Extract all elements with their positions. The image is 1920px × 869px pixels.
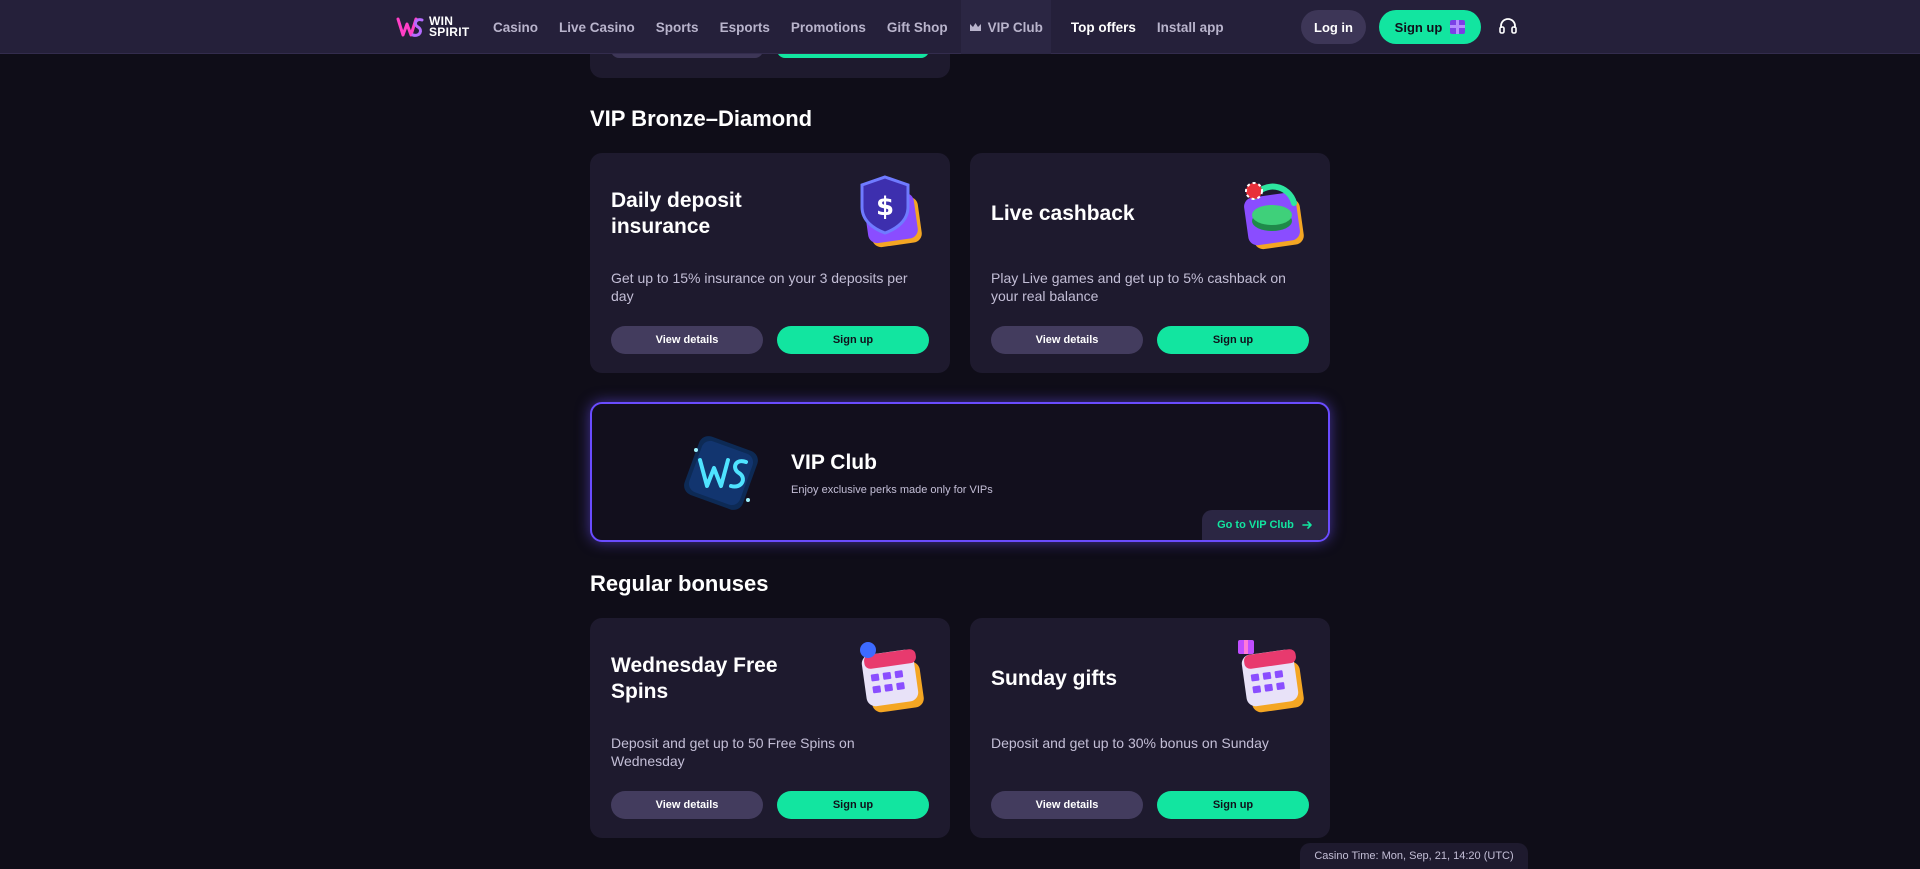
- card-description: Deposit and get up to 30% bonus on Sunda…: [991, 735, 1269, 751]
- nav-vip-club-label: VIP Club: [987, 19, 1043, 35]
- go-to-vip-club-button[interactable]: Go to VIP Club: [1202, 510, 1328, 540]
- go-to-vip-club-label: Go to VIP Club: [1217, 519, 1294, 531]
- promo-card-sunday-gifts: Sunday gifts Deposit and get up to 30% b…: [970, 618, 1330, 838]
- view-details-button[interactable]: View details: [991, 791, 1143, 819]
- nav-esports[interactable]: Esports: [720, 20, 770, 35]
- ws-logo-icon: [396, 17, 424, 37]
- vip-club-banner: VIP Club Enjoy exclusive perks made only…: [590, 402, 1330, 542]
- arrow-right-icon: [1302, 521, 1312, 529]
- card-description: Play Live games and get up to 5% cashbac…: [991, 270, 1286, 304]
- casino-time-badge: Casino Time: Mon, Sep, 21, 14:20 (UTC): [1300, 843, 1528, 869]
- card-description: Deposit and get up to 50 Free Spins on W…: [611, 735, 855, 769]
- nav-vip-club[interactable]: VIP Club: [960, 0, 1051, 54]
- signup-button[interactable]: Sign up: [1379, 10, 1481, 44]
- nav-install-app[interactable]: Install app: [1157, 20, 1224, 35]
- calendar-gift-icon: [1238, 640, 1304, 713]
- cashback-icon: [1244, 182, 1304, 250]
- nav-sports[interactable]: Sports: [656, 20, 699, 35]
- promo-card-wednesday-free-spins: Wednesday Free Spins Deposit and get up …: [590, 618, 950, 838]
- winspirit-logo[interactable]: WIN SPIRIT: [395, 11, 469, 43]
- nav-live-casino[interactable]: Live Casino: [559, 20, 635, 35]
- vip-club-title: VIP Club: [791, 451, 877, 474]
- headset-icon[interactable]: [1498, 16, 1518, 36]
- card-signup-button[interactable]: Sign up: [1157, 326, 1309, 354]
- vip-ws-logo-icon: [684, 436, 758, 510]
- nav-promotions[interactable]: Promotions: [791, 20, 866, 35]
- svg-text:$: $: [876, 192, 894, 222]
- section-title-vip: VIP Bronze–Diamond: [590, 106, 813, 131]
- vip-club-subtitle: Enjoy exclusive perks made only for VIPs: [791, 484, 993, 496]
- calendar-icon: [860, 642, 924, 713]
- promo-card-daily-deposit-insurance: Daily deposit insurance $ Get up to 15% …: [590, 153, 950, 373]
- gift-icon: [1450, 20, 1466, 34]
- nav-gift-shop[interactable]: Gift Shop: [887, 20, 948, 35]
- signup-button-label: Sign up: [1394, 19, 1443, 35]
- card-title: Live cashback: [991, 202, 1135, 225]
- card-signup-button[interactable]: Sign up: [777, 791, 929, 819]
- nav-casino[interactable]: Casino: [493, 20, 538, 35]
- login-button[interactable]: Log in: [1301, 10, 1366, 44]
- card-title: Sunday gifts: [991, 667, 1118, 690]
- view-details-button[interactable]: View details: [991, 326, 1143, 354]
- card-signup-button[interactable]: Sign up: [1157, 791, 1309, 819]
- logo-line2: SPIRIT: [429, 25, 470, 39]
- nav-top-offers[interactable]: Top offers: [1071, 20, 1136, 35]
- card-title: Daily deposit insurance: [611, 189, 742, 238]
- main-nav: Casino Live Casino Sports Esports Promot…: [493, 0, 1245, 54]
- promo-card-live-cashback: Live cashback Play Live games and get up…: [970, 153, 1330, 373]
- view-details-button[interactable]: View details: [611, 326, 763, 354]
- card-title: Wednesday Free Spins: [611, 654, 778, 703]
- shield-dollar-icon: $: [860, 175, 922, 248]
- card-signup-button[interactable]: Sign up: [777, 326, 929, 354]
- top-navigation-bar: WIN SPIRIT Casino Live Casino Sports Esp…: [0, 0, 1920, 54]
- card-description: Get up to 15% insurance on your 3 deposi…: [611, 270, 908, 304]
- crown-icon: [969, 23, 981, 31]
- view-details-button[interactable]: View details: [611, 791, 763, 819]
- section-title-regular: Regular bonuses: [590, 571, 769, 596]
- logo-wordmark: WIN SPIRIT: [429, 15, 470, 39]
